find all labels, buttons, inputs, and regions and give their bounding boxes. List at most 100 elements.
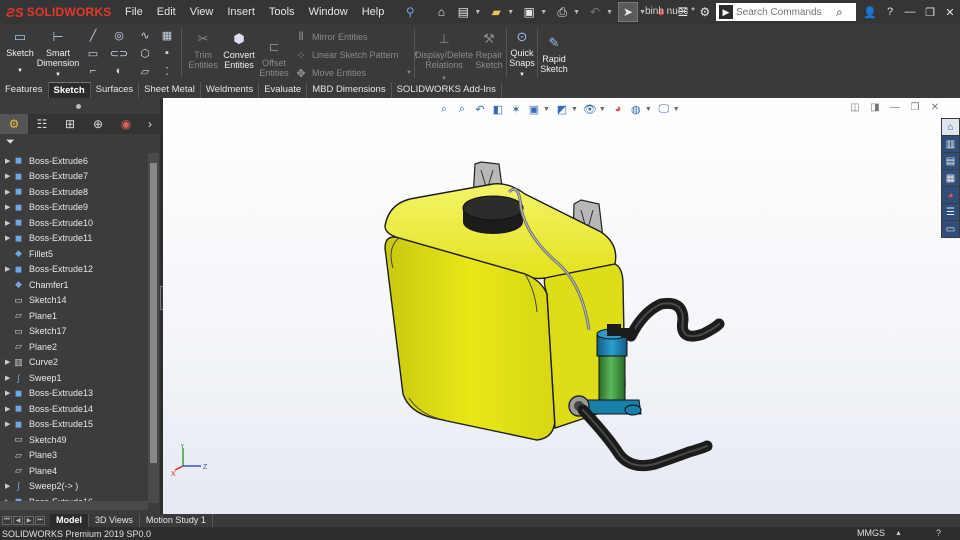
- tree-item[interactable]: ▱ Plane2: [0, 339, 148, 355]
- solidworks-forum-icon[interactable]: ▭: [942, 221, 959, 237]
- unit-system[interactable]: MMGS: [857, 527, 885, 540]
- tab-surfaces[interactable]: Surfaces: [91, 82, 140, 98]
- tree-item[interactable]: ▶ ◼ Boss-Extrude12: [0, 262, 148, 278]
- configuration-manager-tab-icon[interactable]: ⊞: [56, 114, 84, 134]
- fillet-icon[interactable]: ⌐: [86, 64, 100, 78]
- view-palette-icon[interactable]: ▦: [942, 170, 959, 186]
- tree-item[interactable]: ▶ ∫ Sweep2(-> ): [0, 479, 148, 495]
- smart-dimension-button[interactable]: ⊢ Smart Dimension ▼: [37, 28, 80, 80]
- expand-arrow-icon[interactable]: ▶: [0, 188, 12, 196]
- tab-solidworks-add-ins[interactable]: SOLIDWORKS Add-Ins: [392, 82, 502, 98]
- search-icon[interactable]: ⌕: [836, 5, 843, 20]
- tree-item[interactable]: ▶ ◼ Boss-Extrude14: [0, 401, 148, 417]
- menu-view[interactable]: View: [183, 0, 221, 24]
- minimize-icon[interactable]: —: [900, 6, 920, 18]
- scrollbar-thumb[interactable]: [150, 163, 157, 463]
- tree-item[interactable]: ▶ ◼ Boss-Extrude9: [0, 200, 148, 216]
- menu-window[interactable]: Window: [302, 0, 355, 24]
- expand-arrow-icon[interactable]: ▶: [0, 203, 12, 211]
- tree-item[interactable]: ▶ ◼ Boss-Extrude15: [0, 417, 148, 433]
- tree-item[interactable]: ▶ ∫ Sweep1: [0, 370, 148, 386]
- property-manager-tab-icon[interactable]: ☷: [28, 114, 56, 134]
- text-icon[interactable]: ▦: [160, 28, 174, 42]
- open-folder-icon[interactable]: ▰: [486, 2, 506, 22]
- linear-sketch-pattern-button[interactable]: ⁘ Linear Sketch Pattern ▼: [294, 48, 418, 62]
- tree-item[interactable]: ▶ ◼ Boss-Extrude13: [0, 386, 148, 402]
- tree-item[interactable]: ▶ ◼ Boss-Extrude7: [0, 169, 148, 185]
- tree-item[interactable]: ▶ ◼ Boss-Extrude11: [0, 231, 148, 247]
- tab-evaluate[interactable]: Evaluate: [259, 82, 308, 98]
- tree-item[interactable]: ▶ ◼ Boss-Extrude6: [0, 153, 148, 169]
- filter-icon[interactable]: ⏷: [6, 136, 15, 149]
- tab-sketch[interactable]: Sketch: [48, 82, 91, 98]
- chevron-right-icon[interactable]: ›: [140, 114, 160, 134]
- status-help-icon[interactable]: ?: [936, 527, 941, 540]
- spline-icon[interactable]: ∿: [138, 28, 152, 42]
- expand-arrow-icon[interactable]: ▶: [0, 482, 12, 490]
- undo-icon[interactable]: ↶: [585, 2, 605, 22]
- save-icon[interactable]: ▣: [519, 2, 539, 22]
- tree-item[interactable]: ▱ Plane4: [0, 463, 148, 479]
- search-input[interactable]: [736, 4, 836, 20]
- tab-weldments[interactable]: Weldments: [201, 82, 260, 98]
- tab-motion-study[interactable]: Motion Study 1: [140, 514, 213, 527]
- plane-icon[interactable]: ▱: [138, 64, 152, 78]
- tab-model[interactable]: Model: [50, 514, 89, 527]
- restore-icon[interactable]: ❐: [920, 6, 940, 19]
- menu-edit[interactable]: Edit: [150, 0, 183, 24]
- tree-item[interactable]: ▱ Plane3: [0, 448, 148, 464]
- tab-3d-views[interactable]: 3D Views: [89, 514, 140, 527]
- file-explorer-icon[interactable]: ▤: [942, 153, 959, 169]
- arc-icon[interactable]: ◐: [112, 64, 126, 78]
- slot-icon[interactable]: ⊂⊃: [110, 46, 128, 60]
- menu-tools[interactable]: Tools: [262, 0, 302, 24]
- quick-snaps-button[interactable]: ⊙ Quick Snaps ▼: [508, 28, 536, 80]
- circle-icon[interactable]: ◎: [112, 28, 126, 42]
- menu-insert[interactable]: Insert: [220, 0, 262, 24]
- dimxpert-manager-tab-icon[interactable]: ⊕: [84, 114, 112, 134]
- tab-sheet-metal[interactable]: Sheet Metal: [139, 82, 201, 98]
- tree-item[interactable]: ◆ Fillet5: [0, 246, 148, 262]
- tree-horizontal-scrollbar[interactable]: [0, 501, 148, 510]
- expand-arrow-icon[interactable]: ▶: [0, 374, 12, 382]
- move-entities-button[interactable]: ✥ Move Entities ▼: [294, 66, 412, 80]
- chevron-down-icon[interactable]: ▼: [474, 9, 481, 16]
- solidworks-resources-home-icon[interactable]: ⌂: [942, 119, 959, 135]
- chevron-down-icon[interactable]: ▼: [606, 9, 613, 16]
- next-tab-icon[interactable]: ▶: [24, 516, 34, 525]
- convert-entities-button[interactable]: ⬢ Convert Entities: [220, 30, 258, 70]
- custom-properties-icon[interactable]: ☰: [942, 204, 959, 220]
- expand-arrow-icon[interactable]: ▶: [0, 389, 12, 397]
- centerline-icon[interactable]: ⁚: [160, 64, 174, 78]
- chevron-up-icon[interactable]: ▲: [895, 527, 902, 540]
- expand-arrow-icon[interactable]: ▶: [0, 219, 12, 227]
- expand-arrow-icon[interactable]: ▶: [0, 420, 12, 428]
- user-account-icon[interactable]: 👤: [860, 6, 880, 19]
- sketch-button[interactable]: ▭ Sketch ▼: [6, 28, 34, 76]
- tree-vertical-scrollbar[interactable]: [148, 153, 159, 503]
- expand-arrow-icon[interactable]: ▶: [0, 234, 12, 242]
- rectangle-icon[interactable]: ▭: [86, 46, 100, 60]
- pin-icon[interactable]: ⚲: [400, 2, 420, 22]
- chevron-down-icon[interactable]: ▼: [540, 9, 547, 16]
- expand-arrow-icon[interactable]: ▶: [0, 172, 12, 180]
- repair-sketch-button[interactable]: ⚒ Repair Sketch: [474, 30, 504, 70]
- tree-item[interactable]: ▶ ▥ Curve2: [0, 355, 148, 371]
- expand-arrow-icon[interactable]: ▶: [0, 405, 12, 413]
- help-icon[interactable]: ?: [880, 6, 900, 18]
- tree-item[interactable]: ▭ Sketch14: [0, 293, 148, 309]
- solidworks-logo[interactable]: ƧS SOLIDWORKS: [0, 0, 118, 24]
- tree-item[interactable]: ▭ Sketch49: [0, 432, 148, 448]
- feature-manager-tab-icon[interactable]: ⚙: [0, 114, 28, 134]
- close-icon[interactable]: ✕: [940, 6, 960, 19]
- panel-collapse-handle[interactable]: [76, 104, 81, 109]
- polygon-icon[interactable]: ⬡: [138, 46, 152, 60]
- select-arrow-icon[interactable]: ➤: [618, 2, 638, 22]
- previous-tab-icon[interactable]: ◀: [13, 516, 23, 525]
- display-manager-tab-icon[interactable]: ◉: [112, 114, 140, 134]
- tree-item[interactable]: ▭ Sketch17: [0, 324, 148, 340]
- point-icon[interactable]: ▪: [160, 46, 174, 60]
- menu-help[interactable]: Help: [355, 0, 392, 24]
- expand-arrow-icon[interactable]: ▶: [0, 358, 12, 366]
- tab-mbd-dimensions[interactable]: MBD Dimensions: [307, 82, 392, 98]
